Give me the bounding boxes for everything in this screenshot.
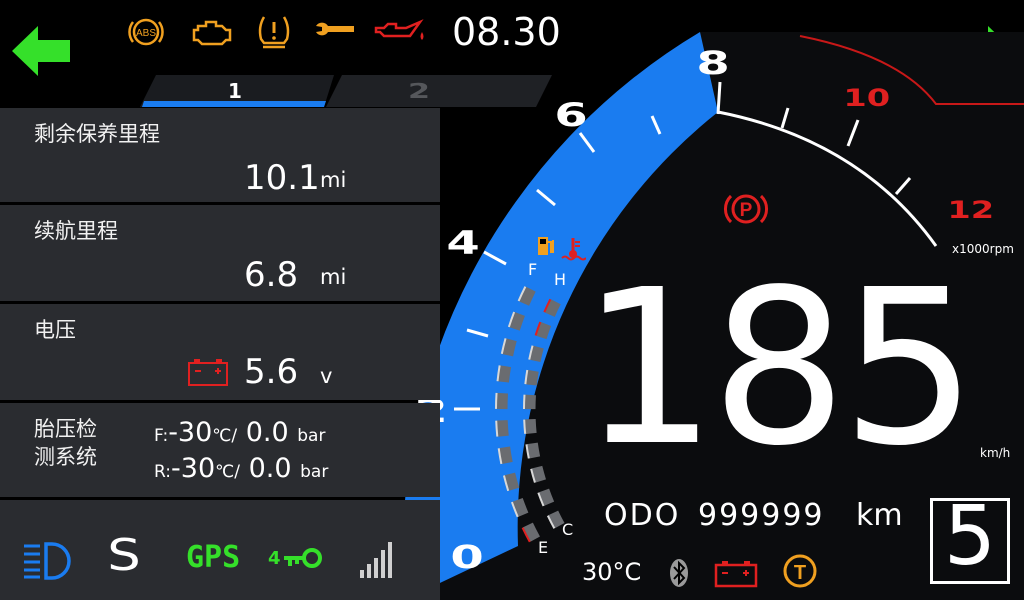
fuel-bar-segment <box>509 311 525 331</box>
tpms-row: 胎压检 测系统 F:-30℃/ 0.0 bar R:-30℃/ 0.0 bar <box>0 403 440 497</box>
bluetooth-icon <box>670 559 688 587</box>
fuel-bar-segment <box>522 522 540 542</box>
signal-strength-icon <box>360 542 392 578</box>
tpms-front-pressure-unit: bar <box>297 426 326 446</box>
range-row: 续航里程 6.8 mi <box>0 205 440 301</box>
tpms-front: F:-30℃/ 0.0 bar <box>154 417 325 448</box>
temp-bar-segment-edge <box>523 419 527 434</box>
odo-value: 999999 <box>698 498 825 533</box>
range-label: 续航里程 <box>34 219 118 243</box>
gear-value: 5 <box>943 489 997 584</box>
fuel-bar-segment <box>496 392 509 410</box>
gear-indicator: 5 <box>930 489 1010 584</box>
fuel-full-label: F <box>528 260 538 279</box>
tpms-rear: R:-30℃/ 0.0 bar <box>154 453 328 484</box>
tpms-rear-temp-unit: ℃/ <box>215 462 240 482</box>
fuel-bar-segment <box>518 286 536 306</box>
tpms-rear-prefix: R: <box>154 462 172 482</box>
tpms-front-temp-unit: ℃/ <box>212 426 238 446</box>
tpms-label-line1: 胎压检 <box>34 417 97 441</box>
key-count: 4 <box>268 548 281 569</box>
svg-text:T: T <box>794 562 806 584</box>
tpms-rear-pressure: 0.0 <box>248 453 292 484</box>
temp-bar-segment <box>529 345 544 363</box>
tpms-front-temp: -30 <box>168 417 213 448</box>
temp-bar-segment <box>538 488 555 506</box>
service-distance-row: 剩余保养里程 10.1 mi <box>0 108 440 202</box>
voltage-row: 电压 5.6 v <box>0 304 440 400</box>
service-distance-unit: mi <box>320 168 347 192</box>
tab-2-label: 2 <box>407 79 431 103</box>
tpms-front-prefix: F: <box>154 426 169 446</box>
service-distance-label: 剩余保养里程 <box>34 122 160 146</box>
temp-cold-label: C <box>562 520 574 539</box>
ambient-temperature: 30°C <box>582 558 642 586</box>
voltage-label: 电压 <box>34 318 76 342</box>
temp-bar-segment <box>525 369 539 386</box>
gps-indicator: GPS <box>186 540 241 575</box>
key-icon <box>284 548 322 568</box>
fuel-bar-segment <box>499 446 513 465</box>
tpms-rear-pressure-unit: bar <box>300 462 329 482</box>
range-value: 6.8 <box>244 255 299 295</box>
service-distance-value: 10.1 <box>244 158 320 198</box>
tpms-rear-temp: -30 <box>171 453 216 484</box>
fuel-bar-segment <box>502 338 517 357</box>
tpms-label-line2: 测系统 <box>34 445 97 469</box>
traction-control-icon: T <box>783 554 817 588</box>
tab-2[interactable]: 2 <box>326 75 552 107</box>
fuel-bar-segment-edge <box>495 420 499 437</box>
fuel-bar-segment <box>497 365 512 383</box>
temp-bar-segment <box>544 299 561 317</box>
temp-bar-segment <box>535 322 552 340</box>
speed-unit: km/h <box>980 446 1011 460</box>
sport-mode-indicator: S <box>107 530 141 581</box>
temp-hot-label: H <box>554 270 567 289</box>
tab-1-label: 1 <box>228 79 242 103</box>
fuel-bar-segment <box>504 472 520 491</box>
speed-readout: 185 <box>580 244 977 493</box>
temp-bar-segment <box>548 510 565 529</box>
voltage-unit: v <box>320 364 333 388</box>
temp-bar-segment <box>531 465 546 483</box>
battery-warning-icon <box>714 561 758 588</box>
tab-1[interactable]: 1 <box>140 75 334 107</box>
temp-bar-segment <box>526 442 541 459</box>
tpms-front-pressure: 0.0 <box>245 417 289 448</box>
odo-unit: km <box>856 498 903 533</box>
fuel-bar-segment-edge <box>495 392 498 409</box>
battery-icon <box>188 359 228 386</box>
odo-label: ODO <box>604 498 681 533</box>
fuel-bar-segment <box>496 420 509 437</box>
fuel-empty-label: E <box>538 538 549 557</box>
fuel-bar-segment <box>512 498 529 517</box>
temp-bar-segment <box>524 418 537 434</box>
voltage-value: 5.6 <box>244 352 299 392</box>
range-unit: mi <box>320 265 347 289</box>
headlight-icon <box>24 542 71 580</box>
